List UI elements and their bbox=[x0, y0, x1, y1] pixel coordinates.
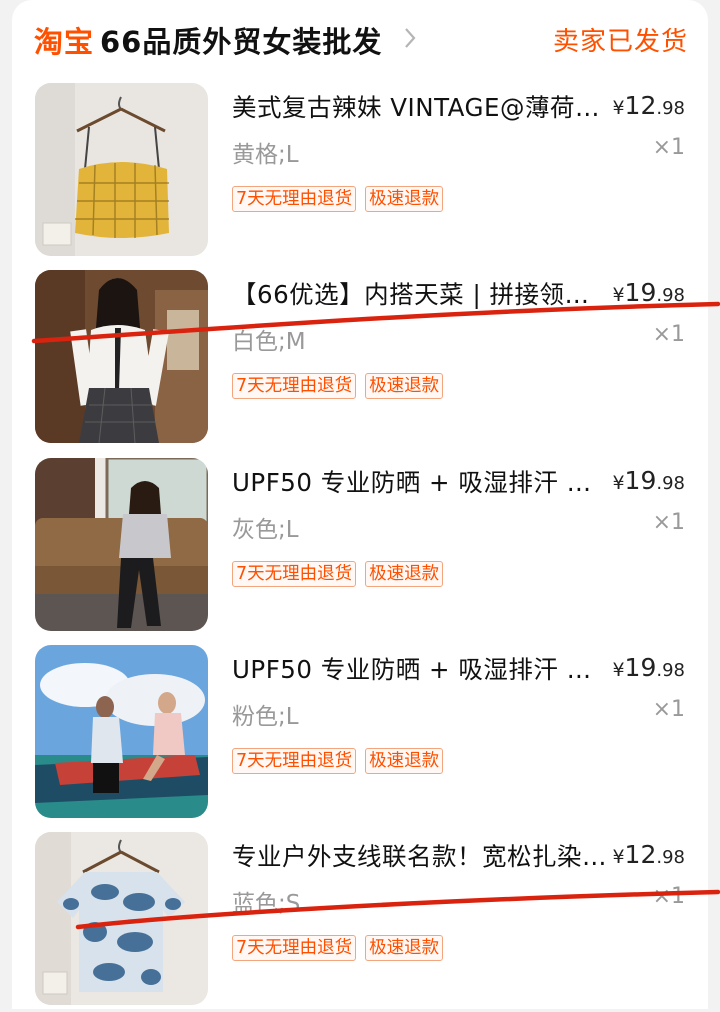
shop-name-link[interactable]: 66品质外贸女装批发 bbox=[100, 19, 382, 61]
order-item[interactable]: 美式复古辣妹 VINTAGE@薄荷曼波 复古格子吊带 ¥12.98 黄格;L ×… bbox=[12, 83, 708, 263]
product-variant: 黄格;L bbox=[232, 142, 299, 168]
taobao-badge: 淘宝 bbox=[34, 25, 95, 59]
product-quantity: ×1 bbox=[652, 697, 685, 722]
tag-fast-refund: 极速退款 bbox=[365, 748, 444, 774]
product-quantity: ×1 bbox=[652, 510, 685, 535]
tag-7day-return: 7天无理由退货 bbox=[232, 186, 357, 212]
product-quantity: ×1 bbox=[652, 884, 685, 909]
product-title[interactable]: 美式复古辣妹 VINTAGE@薄荷曼波 复古格子吊带 bbox=[232, 89, 607, 124]
order-card: 淘宝 66品质外贸女装批发 卖家已发货 美式复古辣妹 VINTAGE@薄荷曼波 … bbox=[12, 0, 708, 1009]
product-thumbnail[interactable] bbox=[35, 270, 208, 443]
product-thumbnail[interactable] bbox=[35, 83, 208, 256]
service-tags: 7天无理由退货 极速退款 bbox=[232, 748, 452, 774]
service-tags: 7天无理由退货 极速退款 bbox=[232, 561, 452, 587]
product-title[interactable]: 专业户外支线联名款！宽松扎染短袖T恤 bbox=[232, 838, 607, 873]
product-price: ¥19.98 bbox=[612, 653, 685, 682]
service-tags: 7天无理由退货 极速退款 bbox=[232, 935, 452, 961]
product-thumbnail[interactable] bbox=[35, 832, 208, 1005]
tag-fast-refund: 极速退款 bbox=[365, 186, 444, 212]
product-thumbnail[interactable] bbox=[35, 458, 208, 631]
product-price: ¥19.98 bbox=[612, 278, 685, 307]
order-item[interactable]: 【66优选】内搭天菜 | 拼接领带长袖T恤 ¥19.98 白色;M ×1 7天无… bbox=[12, 270, 708, 450]
tag-fast-refund: 极速退款 bbox=[365, 561, 444, 587]
product-variant: 灰色;L bbox=[232, 517, 299, 543]
product-variant: 蓝色;S bbox=[232, 891, 301, 917]
product-price: ¥12.98 bbox=[612, 840, 685, 869]
product-title[interactable]: 【66优选】内搭天菜 | 拼接领带长袖T恤 bbox=[232, 276, 607, 311]
product-price: ¥19.98 bbox=[612, 466, 685, 495]
tag-7day-return: 7天无理由退货 bbox=[232, 935, 357, 961]
order-item[interactable]: UPF50 专业防晒 + 吸湿排汗 瑜伽长袖上衣 ¥19.98 灰色;L ×1 … bbox=[12, 458, 708, 638]
product-quantity: ×1 bbox=[652, 322, 685, 347]
tag-fast-refund: 极速退款 bbox=[365, 373, 444, 399]
service-tags: 7天无理由退货 极速退款 bbox=[232, 373, 452, 399]
order-item[interactable]: UPF50 专业防晒 + 吸湿排汗 运动长袖上衣 ¥19.98 粉色;L ×1 … bbox=[12, 645, 708, 825]
product-price: ¥12.98 bbox=[612, 91, 685, 120]
tag-7day-return: 7天无理由退货 bbox=[232, 748, 357, 774]
tag-7day-return: 7天无理由退货 bbox=[232, 561, 357, 587]
order-status: 卖家已发货 bbox=[552, 27, 688, 57]
order-header: 淘宝 66品质外贸女装批发 卖家已发货 bbox=[12, 0, 708, 80]
product-variant: 白色;M bbox=[232, 329, 306, 355]
tag-fast-refund: 极速退款 bbox=[365, 935, 444, 961]
product-title[interactable]: UPF50 专业防晒 + 吸湿排汗 瑜伽长袖上衣 bbox=[232, 464, 607, 499]
product-variant: 粉色;L bbox=[232, 704, 299, 730]
product-title[interactable]: UPF50 专业防晒 + 吸湿排汗 运动长袖上衣 bbox=[232, 651, 607, 686]
service-tags: 7天无理由退货 极速退款 bbox=[232, 186, 452, 212]
chevron-right-icon[interactable] bbox=[398, 26, 422, 50]
product-thumbnail[interactable] bbox=[35, 645, 208, 818]
order-item[interactable]: 专业户外支线联名款！宽松扎染短袖T恤 ¥12.98 蓝色;S ×1 7天无理由退… bbox=[12, 832, 708, 1012]
product-quantity: ×1 bbox=[652, 135, 685, 160]
tag-7day-return: 7天无理由退货 bbox=[232, 373, 357, 399]
